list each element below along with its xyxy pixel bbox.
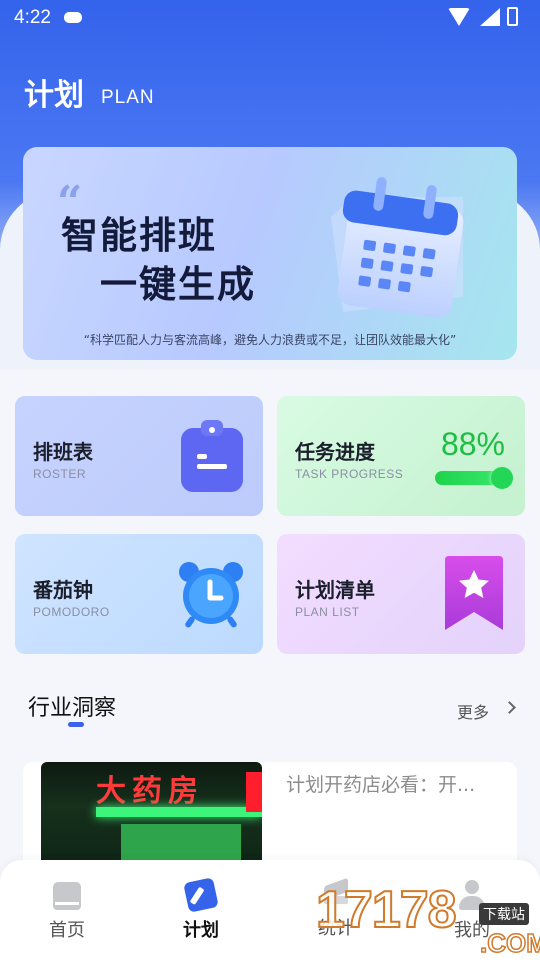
more-link[interactable]: 更多: [457, 699, 489, 723]
banner-headline-1: 智能排班: [61, 214, 217, 257]
article-thumbnail: 大药房: [41, 762, 262, 872]
home-icon: [53, 882, 81, 910]
status-time: 4:22: [14, 7, 51, 28]
page-subtitle: PLAN: [101, 87, 155, 108]
pomodoro-subtitle: POMODORO: [33, 605, 110, 619]
alarm-clock-icon: [179, 562, 243, 628]
neon-strip: [96, 807, 262, 817]
insights-section-title: 行业洞察: [28, 696, 117, 721]
section-underline: [68, 722, 84, 727]
nav-home-label: 首页: [49, 920, 85, 941]
status-bar: 4:22: [0, 0, 540, 36]
page-title: 计划: [24, 78, 84, 113]
planlist-title: 计划清单: [295, 578, 375, 602]
bookmark-star-icon: [445, 556, 503, 630]
bottom-nav: 首页 计划 统计 我的: [0, 860, 540, 960]
article-title: 计划开药店必看：开...: [286, 774, 476, 796]
signal-icon: [480, 8, 500, 26]
watermark-suffix: .COM: [479, 927, 540, 959]
roster-title: 排班表: [33, 440, 93, 464]
status-icons: [448, 8, 500, 26]
progress-bar: [435, 467, 513, 489]
roster-card[interactable]: 排班表 ROSTER: [15, 396, 263, 516]
pomodoro-card[interactable]: 番茄钟 POMODORO: [15, 534, 263, 654]
gamepad-icon: [64, 12, 82, 23]
plan-list-card[interactable]: 计划清单 PLAN LIST: [277, 534, 525, 654]
progress-percent: 88%: [440, 426, 505, 462]
calendar-icon: [331, 177, 464, 318]
smart-schedule-banner[interactable]: “ 智能排班 一键生成 “科学匹配人力与客流高峰，避免人力浪费或不足，让团队效能…: [23, 147, 517, 360]
task-progress-card[interactable]: 任务进度 TASK PROGRESS 88%: [277, 396, 525, 516]
pharmacy-sign: 大药房: [96, 774, 204, 809]
watermark-tag: 下载站: [479, 903, 529, 925]
planlist-subtitle: PLAN LIST: [295, 605, 360, 619]
clipboard-icon: [181, 420, 243, 492]
chevron-right-icon[interactable]: [503, 701, 516, 714]
nav-plan[interactable]: 计划: [151, 877, 251, 942]
plan-edit-icon: [183, 877, 219, 913]
task-title: 任务进度: [295, 440, 375, 464]
wifi-icon: [448, 8, 470, 26]
red-sign: [246, 772, 262, 812]
roster-subtitle: ROSTER: [33, 467, 87, 481]
nav-home[interactable]: 首页: [17, 880, 117, 942]
banner-slogan: “科学匹配人力与客流高峰，避免人力浪费或不足，让团队效能最大化”: [83, 333, 457, 347]
task-subtitle: TASK PROGRESS: [295, 467, 404, 481]
progress-knob: [490, 467, 513, 489]
banner-headline-2: 一键生成: [100, 263, 256, 306]
pomodoro-title: 番茄钟: [33, 578, 93, 602]
battery-icon: [507, 7, 518, 26]
watermark-logo: 17178: [315, 880, 458, 940]
nav-plan-label: 计划: [183, 920, 219, 941]
